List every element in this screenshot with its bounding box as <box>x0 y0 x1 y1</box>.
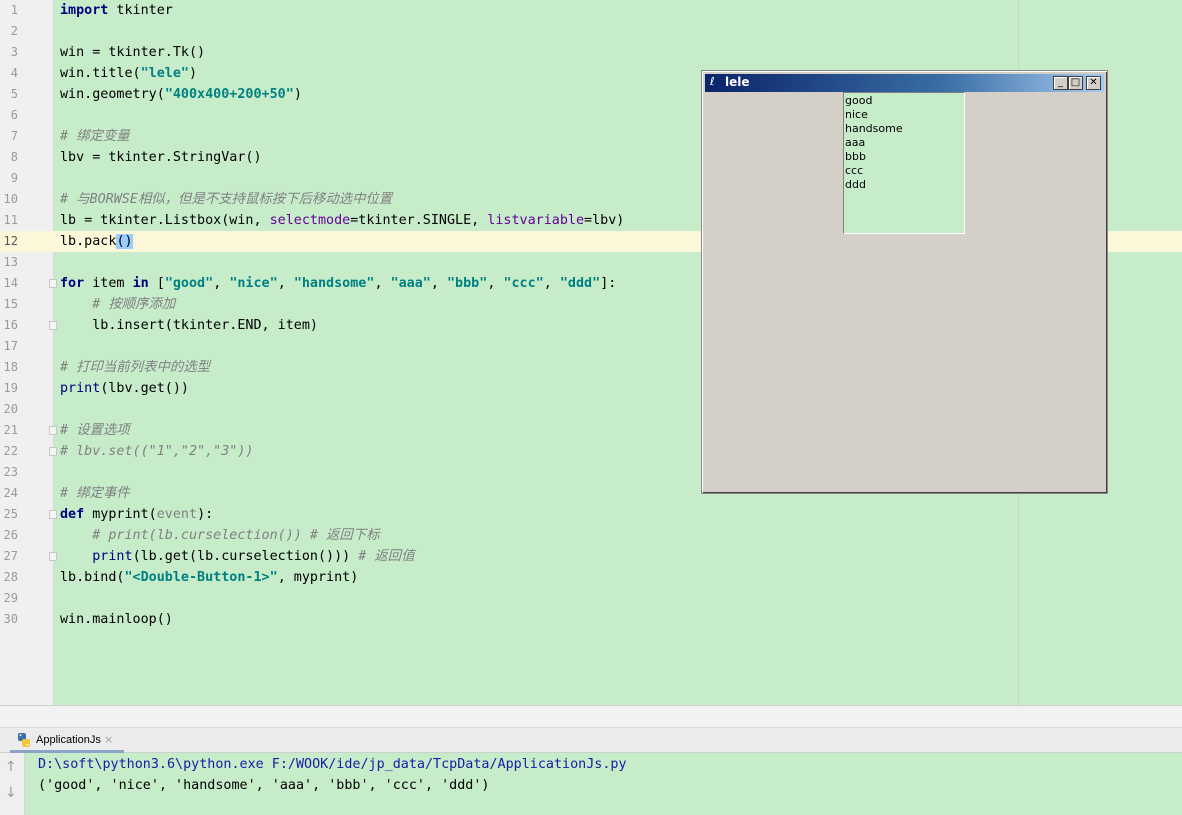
line-number: 27 <box>3 549 18 563</box>
line-number: 29 <box>3 591 18 605</box>
listbox[interactable]: good nice handsome aaa bbb ccc ddd <box>843 92 965 234</box>
code-line[interactable]: 28 lb.bind("<Double-Button-1>", myprint) <box>0 567 1182 588</box>
code-text[interactable]: lbv = tkinter.StringVar() <box>60 147 262 168</box>
line-number: 13 <box>3 255 18 269</box>
code-line[interactable]: 3 win = tkinter.Tk() <box>0 42 1182 63</box>
listbox-item[interactable]: nice <box>845 108 868 122</box>
line-number: 3 <box>10 45 18 59</box>
code-text[interactable]: # 打印当前列表中的选型 <box>60 357 210 378</box>
tab-close-icon[interactable]: × <box>104 733 113 746</box>
code-text[interactable]: win = tkinter.Tk() <box>60 42 205 63</box>
line-number: 10 <box>3 192 18 206</box>
line-number: 18 <box>3 360 18 374</box>
line-number: 14 <box>3 276 18 290</box>
code-text[interactable]: # print(lb.curselection()) # 返回下标 <box>60 525 379 546</box>
line-number: 19 <box>3 381 18 395</box>
line-number: 15 <box>3 297 18 311</box>
console-output-line: ('good', 'nice', 'handsome', 'aaa', 'bbb… <box>38 778 490 793</box>
run-side-toolbar: ↑ ↓ <box>0 753 25 815</box>
listbox-item[interactable]: bbb <box>845 150 866 164</box>
code-text[interactable]: for item in ["good", "nice", "handsome",… <box>60 273 616 294</box>
code-text[interactable]: lb.bind("<Double-Button-1>", myprint) <box>60 567 358 588</box>
line-number: 30 <box>3 612 18 626</box>
run-tab-bar: ApplicationJs × <box>0 727 1182 753</box>
code-line[interactable]: 2 <box>0 21 1182 42</box>
code-text[interactable]: lb.pack() <box>60 231 133 252</box>
line-number: 9 <box>10 171 18 185</box>
listbox-item[interactable]: ddd <box>845 178 866 192</box>
listbox-item[interactable]: good <box>845 94 872 108</box>
code-line[interactable]: 1 import tkinter <box>0 0 1182 21</box>
down-arrow-icon[interactable]: ↓ <box>5 785 17 801</box>
tk-window-title: lele <box>725 75 750 89</box>
code-line[interactable]: 30 win.mainloop() <box>0 609 1182 630</box>
line-number: 25 <box>3 507 18 521</box>
minimize-button[interactable]: _ <box>1053 76 1068 90</box>
line-number: 28 <box>3 570 18 584</box>
console-command-line: D:\soft\python3.6\python.exe F:/WOOK/ide… <box>38 757 627 772</box>
fold-marker-icon[interactable] <box>49 321 57 330</box>
code-text[interactable]: print(lbv.get()) <box>60 378 189 399</box>
code-text[interactable]: import tkinter <box>60 0 173 21</box>
tk-window-lele[interactable]: ℓ lele _ □ ✕ good nice handsome aaa bbb ccc dd… <box>701 70 1108 494</box>
fold-marker-icon[interactable] <box>49 426 57 435</box>
line-number: 16 <box>3 318 18 332</box>
line-number: 20 <box>3 402 18 416</box>
line-number: 2 <box>10 24 18 38</box>
line-number: 21 <box>3 423 18 437</box>
run-tab-label: ApplicationJs <box>36 734 101 746</box>
listbox-item[interactable]: ccc <box>845 164 863 178</box>
code-text[interactable]: # 按顺序添加 <box>60 294 175 315</box>
python-icon <box>18 733 30 747</box>
code-line[interactable]: 27 print(lb.get(lb.curselection())) # 返回… <box>0 546 1182 567</box>
code-text[interactable]: win.mainloop() <box>60 609 173 630</box>
line-number: 24 <box>3 486 18 500</box>
code-text[interactable]: win.title("lele") <box>60 63 197 84</box>
line-number: 26 <box>3 528 18 542</box>
code-text[interactable]: # 与BORWSE相似，但是不支持鼠标按下后移动选中位置 <box>60 189 392 210</box>
code-text[interactable]: # 设置选项 <box>60 420 130 441</box>
line-number: 11 <box>3 213 18 227</box>
run-console[interactable]: D:\soft\python3.6\python.exe F:/WOOK/ide… <box>26 753 1182 815</box>
code-text[interactable]: # lbv.set(("1","2","3")) <box>60 441 253 462</box>
listbox-item[interactable]: aaa <box>845 136 865 150</box>
fold-marker-icon[interactable] <box>49 279 57 288</box>
line-number: 17 <box>3 339 18 353</box>
line-number: 8 <box>10 150 18 164</box>
code-text[interactable]: lb.insert(tkinter.END, item) <box>60 315 318 336</box>
fold-marker-icon[interactable] <box>49 552 57 561</box>
line-number: 4 <box>10 66 18 80</box>
code-line[interactable]: 29 <box>0 588 1182 609</box>
line-number: 5 <box>10 87 18 101</box>
line-number: 1 <box>10 3 18 17</box>
code-text[interactable]: win.geometry("400x400+200+50") <box>60 84 302 105</box>
run-tab-applicationjs[interactable]: ApplicationJs × <box>10 728 124 753</box>
line-number: 23 <box>3 465 18 479</box>
code-text[interactable]: lb = tkinter.Listbox(win, selectmode=tki… <box>60 210 624 231</box>
code-text[interactable]: print(lb.get(lb.curselection())) # 返回值 <box>60 546 414 567</box>
tk-titlebar[interactable]: ℓ lele _ □ ✕ <box>705 74 1104 92</box>
code-line[interactable]: 25 def myprint(event): <box>0 504 1182 525</box>
feather-icon: ℓ <box>710 75 715 88</box>
fold-marker-icon[interactable] <box>49 510 57 519</box>
line-number: 6 <box>10 108 18 122</box>
line-number: 22 <box>3 444 18 458</box>
line-number: 12 <box>3 234 18 248</box>
code-line[interactable]: 26 # print(lb.curselection()) # 返回下标 <box>0 525 1182 546</box>
line-number: 7 <box>10 129 18 143</box>
up-arrow-icon[interactable]: ↑ <box>5 759 17 775</box>
fold-marker-icon[interactable] <box>49 447 57 456</box>
close-button[interactable]: ✕ <box>1086 76 1101 90</box>
run-panel-header <box>0 705 1182 727</box>
code-text[interactable]: # 绑定事件 <box>60 483 130 504</box>
listbox-item[interactable]: handsome <box>845 122 903 136</box>
code-text[interactable]: def myprint(event): <box>60 504 213 525</box>
code-text[interactable]: # 绑定变量 <box>60 126 130 147</box>
maximize-button[interactable]: □ <box>1068 76 1083 90</box>
